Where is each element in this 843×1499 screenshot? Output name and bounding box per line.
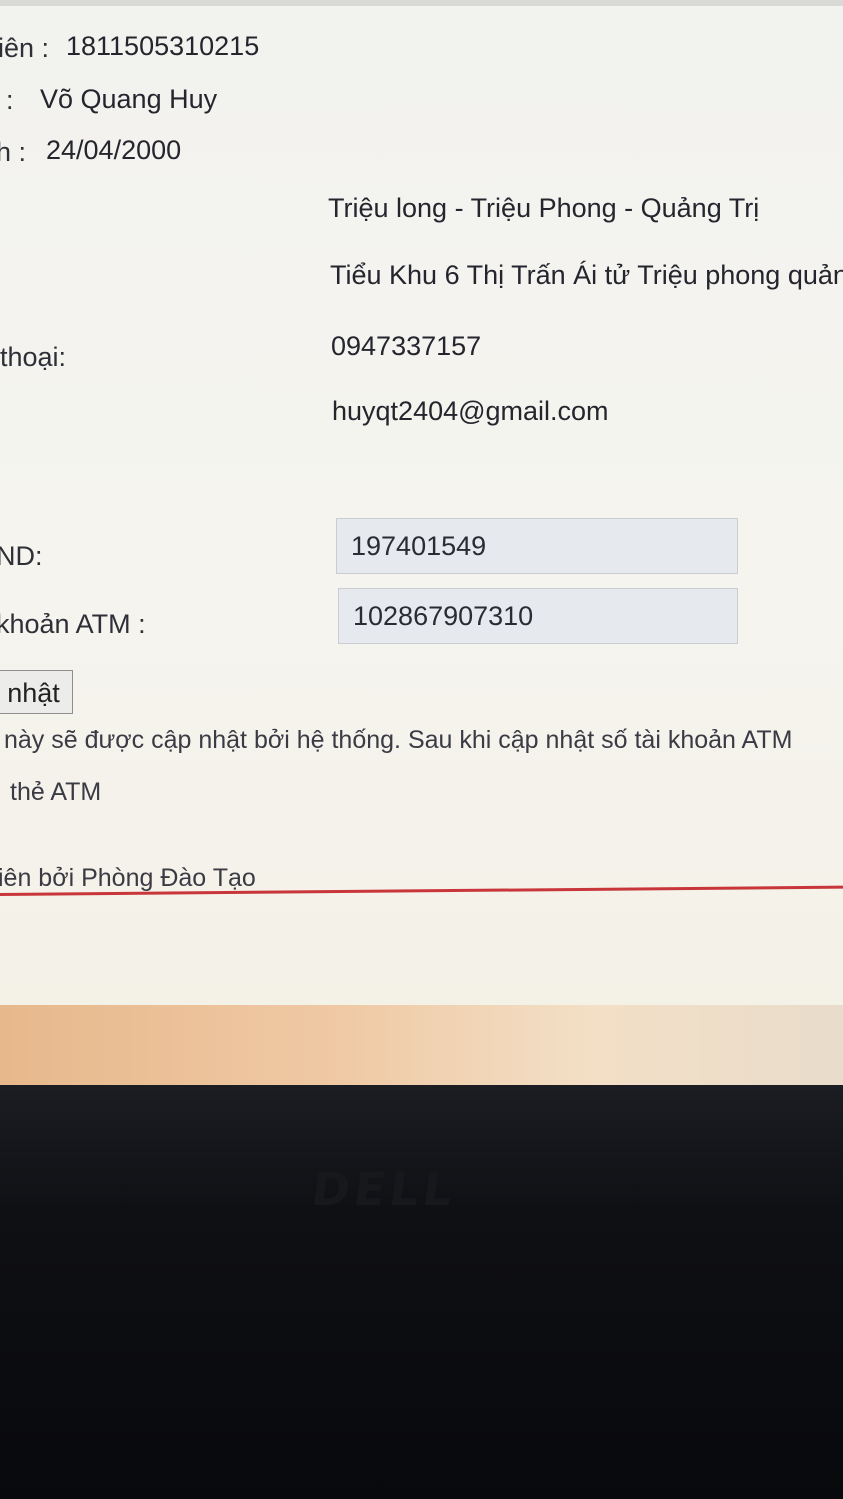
name-label: : xyxy=(6,85,14,115)
top-edge xyxy=(0,0,843,6)
update-note-line2: thẻ ATM xyxy=(10,778,102,806)
id-card-label: ND: xyxy=(0,541,43,571)
student-id-label: iên : xyxy=(0,33,50,63)
dob-label: h : xyxy=(0,137,27,167)
email-value: huyqt2404@gmail.com xyxy=(332,396,609,426)
student-info-screen: iên : 1811505310215 : Võ Quang Huy h : 2… xyxy=(0,0,843,1005)
name-value: Võ Quang Huy xyxy=(40,84,218,114)
footer-credit: iên bởi Phòng Đào Tạo xyxy=(0,864,256,892)
address-value: Tiểu Khu 6 Thị Trấn Ái tử Triệu phong qu… xyxy=(330,260,843,290)
update-button[interactable]: nhật xyxy=(0,670,73,714)
atm-account-field[interactable]: 102867907310 xyxy=(338,588,738,644)
phone-label: thoại: xyxy=(0,342,67,372)
student-id-value: 1811505310215 xyxy=(66,31,260,61)
dob-value: 24/04/2000 xyxy=(46,135,182,165)
monitor-bezel xyxy=(0,1085,843,1499)
dell-logo: DELL xyxy=(308,1162,461,1216)
id-card-field[interactable]: 197401549 xyxy=(336,518,738,574)
update-note-line1: này sẽ được cập nhật bởi hệ thống. Sau k… xyxy=(4,726,793,754)
hometown-value: Triệu long - Triệu Phong - Quảng Trị xyxy=(328,193,760,223)
atm-label: khoản ATM : xyxy=(0,609,146,639)
phone-value: 0947337157 xyxy=(331,331,482,361)
